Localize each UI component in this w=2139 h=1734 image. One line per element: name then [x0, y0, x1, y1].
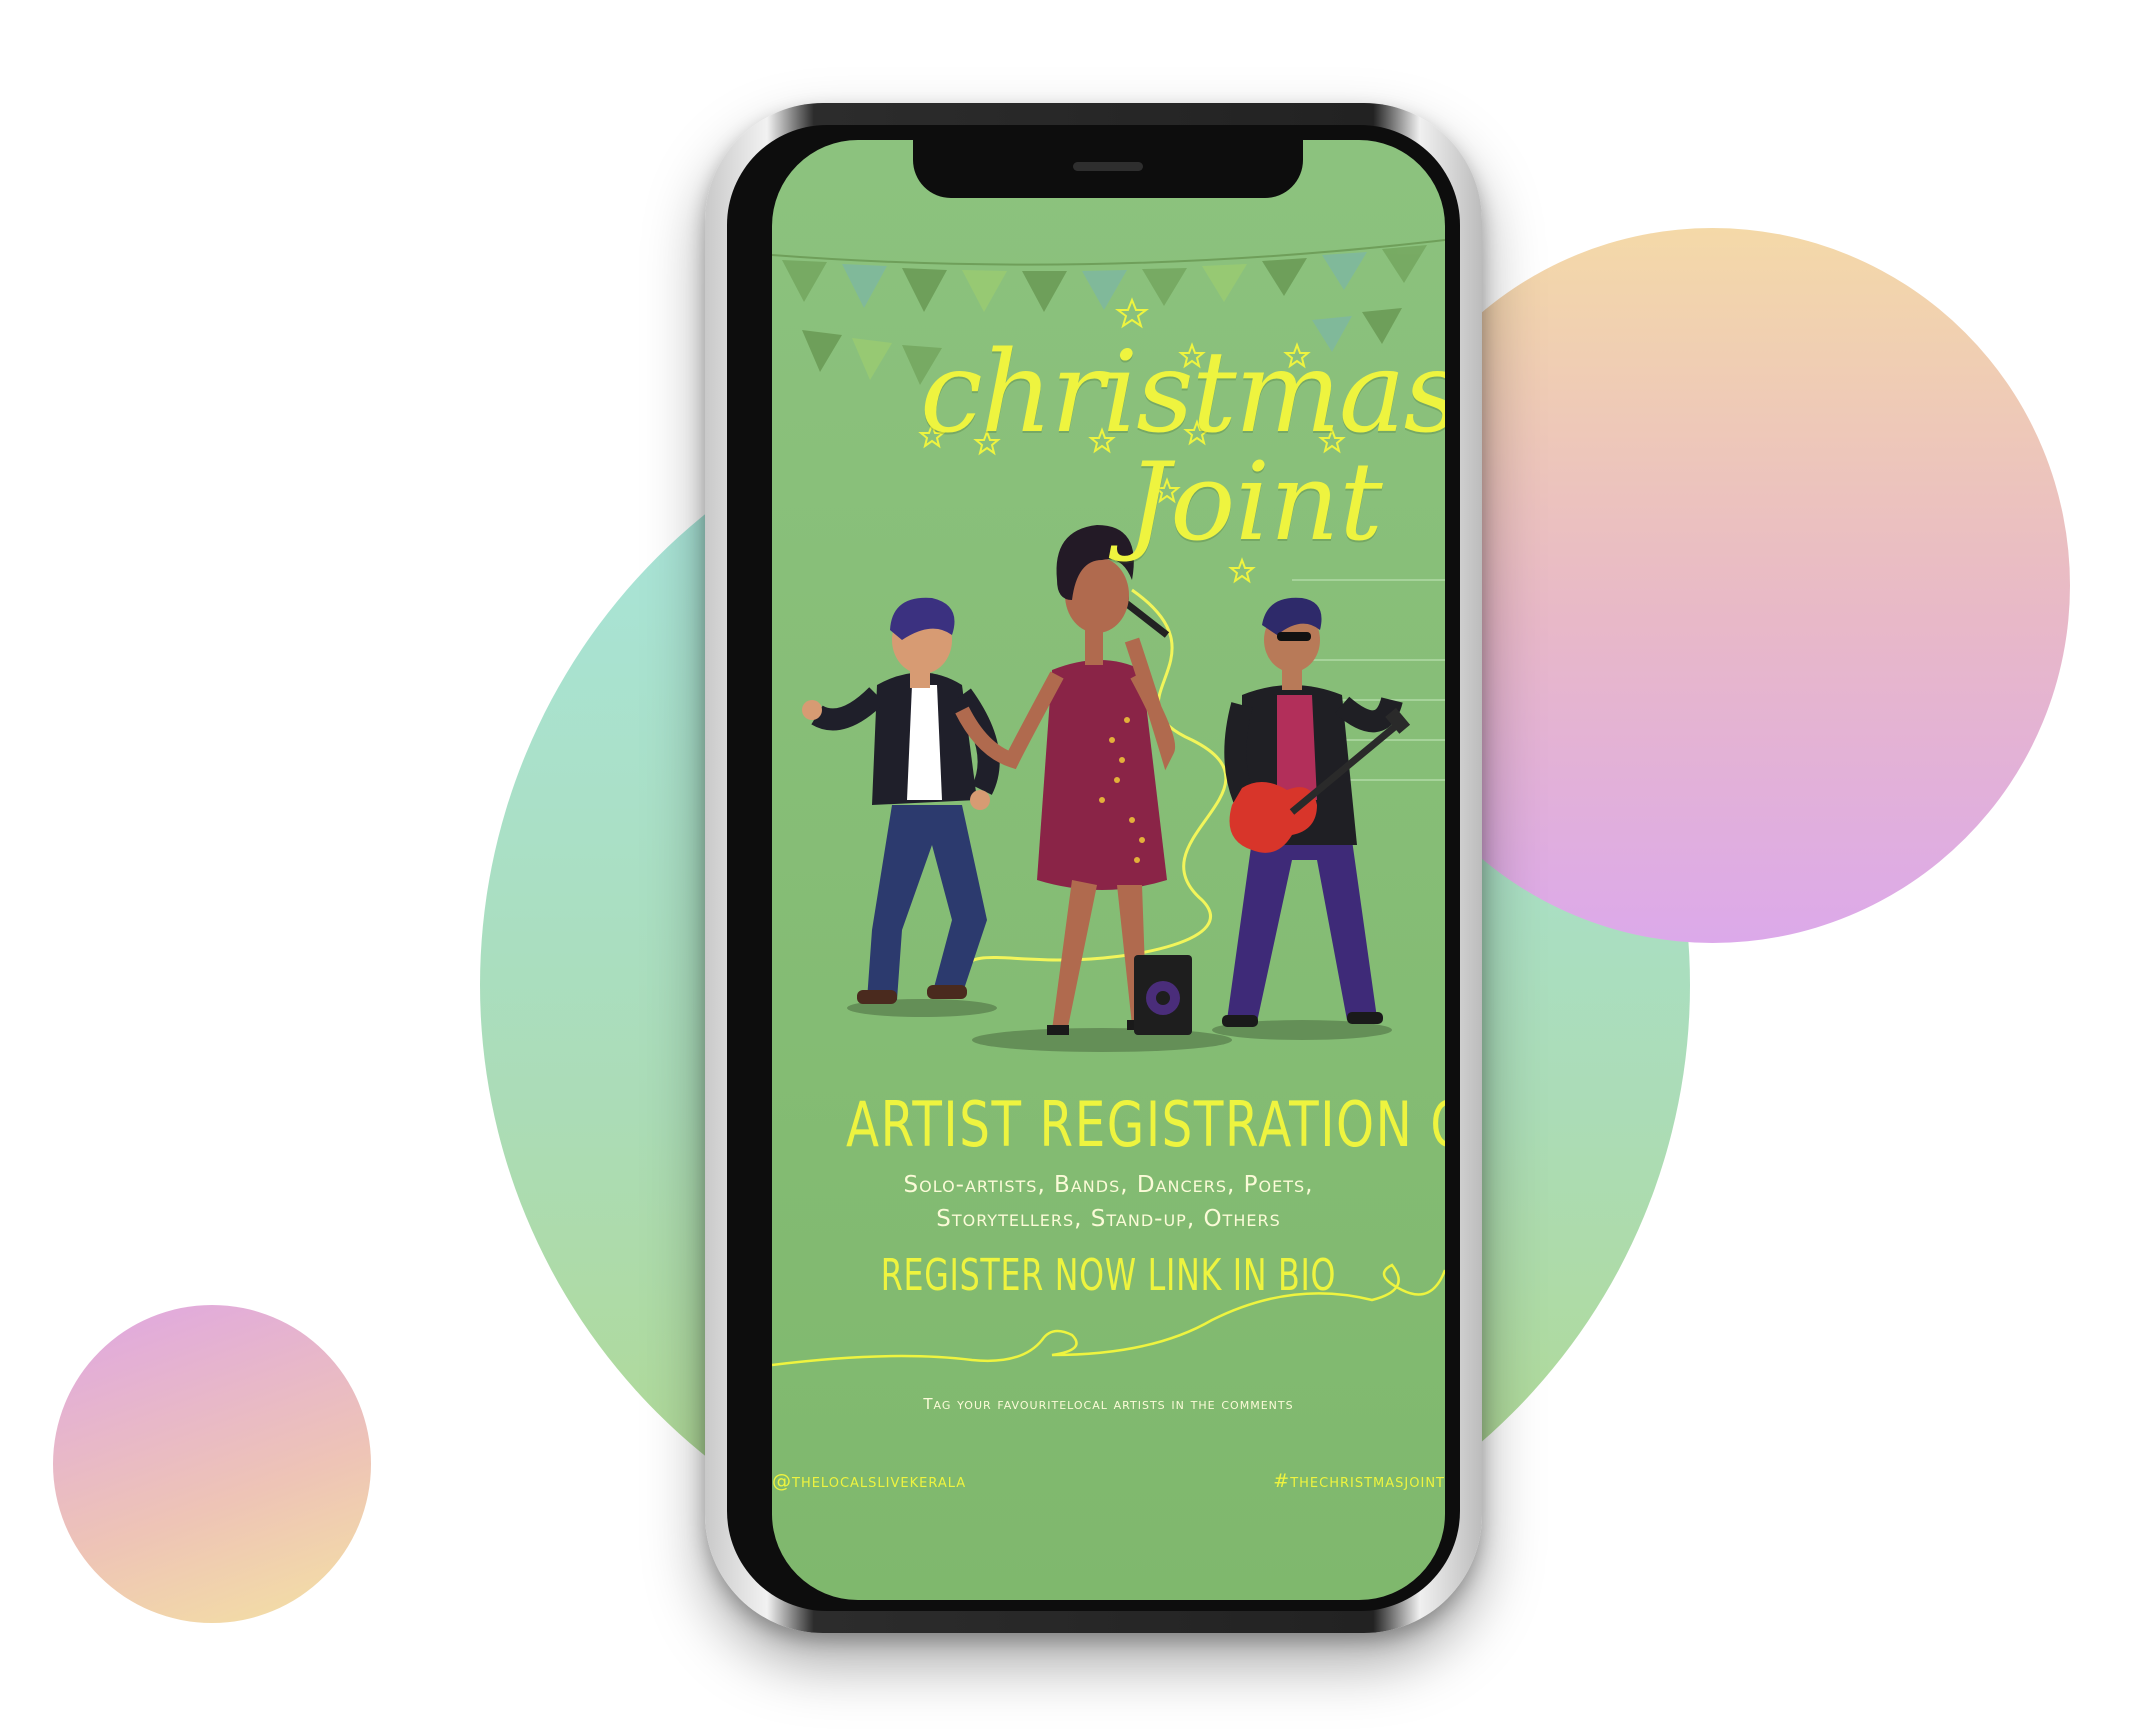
register-cta: REGISTER NOW LINK IN BIO	[880, 1250, 1337, 1301]
dancer-figure	[802, 597, 1000, 1004]
hashtag: #thechristmasjoint	[1273, 1470, 1445, 1492]
subtitle-line1: Solo-artists, Bands, Dancers, Poets,	[903, 1172, 1314, 1198]
phone-notch	[913, 140, 1303, 198]
guitarist-figure	[1222, 597, 1411, 1027]
instagram-handle: @thelocalslivekerala	[772, 1470, 967, 1492]
decor-circle-small	[53, 1305, 371, 1623]
headline: ARTIST REGISTRATION OPEN	[846, 1088, 1445, 1161]
phone-screen: christmas Joint ARTIST REGISTRATION OPEN…	[772, 140, 1445, 1600]
tagline: Tag your favouritelocal artists in the c…	[923, 1395, 1294, 1413]
speaker-prop	[1134, 955, 1192, 1035]
subtitle-line2: Storytellers, Stand-up, Others	[936, 1206, 1281, 1232]
poster-title-line1: christmas	[920, 328, 1445, 458]
speaker-grille-icon	[1073, 162, 1143, 171]
poster-title-line2: Joint	[1127, 440, 1383, 565]
